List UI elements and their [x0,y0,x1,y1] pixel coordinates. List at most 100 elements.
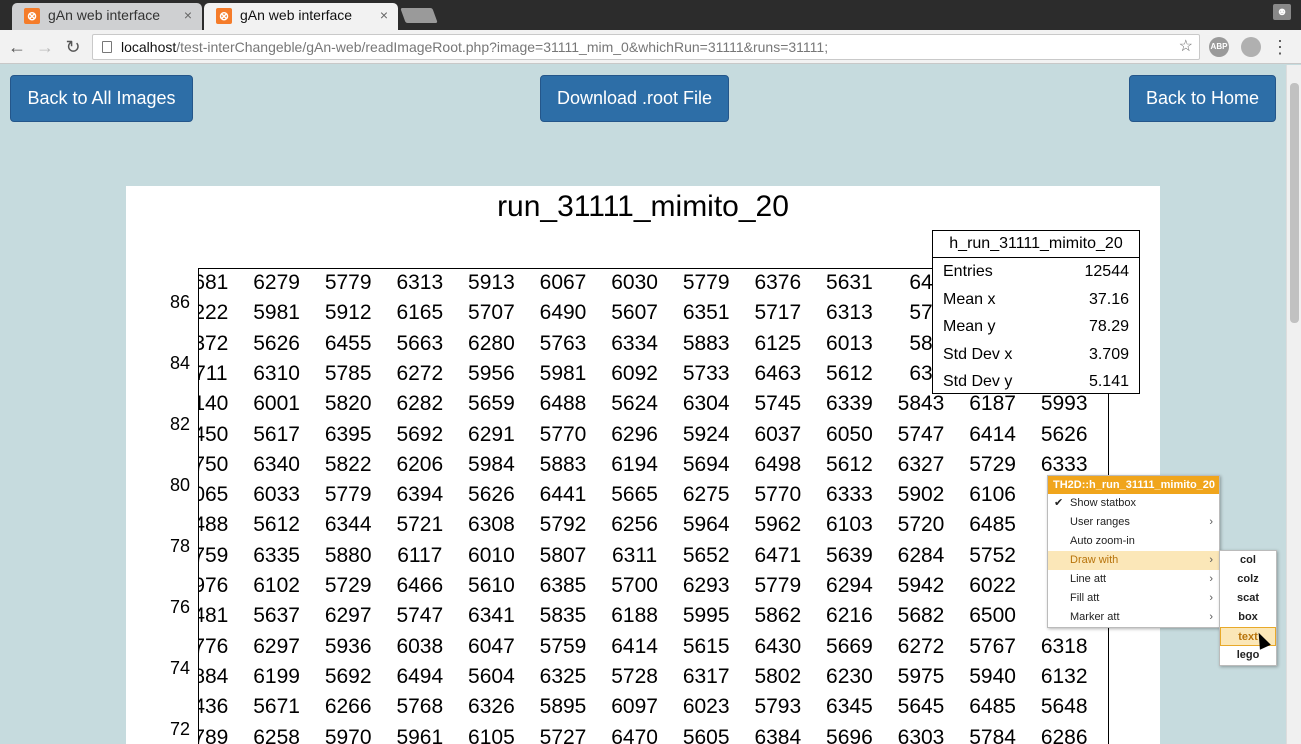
bin-value: 5776 [199,634,229,658]
bin-value: 5802 [754,664,802,688]
bin-value: 6310 [253,361,300,385]
forward-arrow-icon[interactable]: → [34,36,56,58]
bin-value: 6436 [199,695,229,719]
browser-tab-1[interactable]: ⊗ gAn web interface × [12,3,202,30]
bin-value: 5747 [897,422,945,446]
browser-tab-2[interactable]: ⊗ gAn web interface × [204,3,398,30]
browser-menu-icon[interactable]: ⋮ [1271,36,1289,58]
bin-value: 6117 [397,543,443,567]
tab-close-icon[interactable]: × [184,3,192,28]
bin-value: 5682 [897,604,945,628]
context-menu-item[interactable]: ✔ Show statbox [1048,494,1219,513]
bin-value: 5681 [199,271,229,294]
new-tab-button[interactable] [400,8,438,23]
back-arrow-icon[interactable]: ← [6,36,28,58]
draw-option-item[interactable]: lego [1220,646,1276,665]
bin-value: 6297 [324,604,372,628]
bin-value: 5648 [1040,695,1088,719]
context-menu-item[interactable]: Auto zoom-in [1048,532,1219,551]
bin-value: 5659 [468,392,515,416]
bin-value: 6384 [754,725,802,744]
statistics-box[interactable]: h_run_31111_mimito_20 Entries 12544 Mean x… [932,230,1140,394]
bin-value: 5745 [754,392,802,416]
bin-value: 5924 [682,422,730,446]
back-to-home-button[interactable]: Back to Home [1129,75,1276,122]
bin-value: 5720 [897,513,945,537]
bin-value: 6194 [611,452,658,476]
bin-value: 5696 [826,725,873,744]
bin-value: 6385 [539,574,587,597]
bin-value: 5637 [253,604,300,628]
bin-value: 5779 [324,271,372,294]
address-bar[interactable]: localhost/test-interChangeble/gAn-web/re… [92,34,1200,60]
bin-value: 6106 [969,483,1016,507]
bin-value: 6067 [539,271,587,294]
bin-value: 5615 [682,634,730,658]
draw-option-item[interactable]: box [1220,608,1276,627]
bin-value: 6275 [682,483,730,507]
bookmark-star-icon[interactable]: ☆ [1179,35,1193,59]
context-menu-item[interactable]: Draw with › [1048,551,1219,570]
bin-value: 6318 [1040,634,1088,658]
context-menu-item[interactable]: Marker att › [1048,608,1219,627]
reload-icon[interactable]: ↻ [62,36,84,58]
submenu-arrow-icon: › [1209,516,1213,528]
bin-value: 5936 [324,634,372,658]
tab-close-icon[interactable]: × [380,3,388,28]
bin-value: 6498 [754,452,802,476]
scrollbar-thumb[interactable] [1290,83,1299,323]
context-menu-item-label: User ranges [1070,516,1130,528]
bin-value: 6188 [611,604,658,628]
bin-value: 6376 [754,271,802,294]
bin-value: 5768 [396,695,444,719]
extension-cube-icon[interactable] [1241,37,1261,57]
user-profile-icon[interactable]: ☻ [1273,4,1291,20]
stat-value: 5.141 [1088,373,1129,390]
bin-value: 6345 [826,695,873,719]
page-scrollbar[interactable] [1286,65,1301,744]
stat-value: 3.709 [1088,345,1129,363]
draw-option-item[interactable]: scat [1220,589,1276,608]
draw-option-item[interactable]: col [1220,551,1276,570]
bin-value: 5961 [396,725,444,744]
bin-value: 5883 [682,331,730,355]
bin-value: 5652 [682,543,730,567]
bin-value: 6470 [611,725,658,744]
context-menu-item[interactable]: Fill att › [1048,589,1219,608]
bin-value: 6488 [199,513,229,537]
bin-value: 5883 [539,452,587,476]
bin-value: 5707 [468,301,515,325]
bin-value: 5645 [897,695,945,719]
bin-value: 6455 [324,331,372,355]
bin-value: 6293 [682,574,730,597]
bin-value: 6317 [682,664,730,688]
back-to-all-images-button[interactable]: Back to All Images [10,75,193,122]
context-menu-item[interactable]: Line att › [1048,570,1219,589]
bin-value: 6222 [199,301,229,325]
histogram-canvas[interactable]: run_31111_mimito_20 86 84 82 80 78 76 74 72 568… [126,186,1160,744]
download-root-file-button[interactable]: Download .root File [540,75,729,122]
bin-value: 5639 [826,543,873,567]
statbox-row: Mean y 78.29 [933,313,1139,341]
bin-value: 5981 [539,361,587,385]
bin-value: 6013 [826,331,873,355]
bin-value: 6103 [826,513,873,537]
adblock-extension-icon[interactable]: ABP [1209,37,1229,57]
bin-value: 6296 [611,422,658,446]
context-menu-item[interactable]: User ranges › [1048,513,1219,532]
submenu-arrow-icon: › [1209,554,1213,566]
bin-value: 6294 [826,574,873,597]
bin-value: 5962 [754,513,802,537]
bin-value: 5884 [199,664,229,688]
bin-value: 5612 [253,513,300,537]
bin-value: 6500 [969,604,1016,628]
bin-value: 6394 [396,483,444,507]
bin-value: 5981 [253,301,300,325]
statbox-row: Std Dev x 3.709 [933,341,1139,369]
bin-value: 5835 [539,604,587,628]
draw-option-item[interactable]: colz [1220,570,1276,589]
bin-value: 6372 [199,331,229,355]
bin-value: 6199 [253,664,300,688]
bin-value: 5779 [682,271,730,294]
submenu-arrow-icon: › [1209,573,1213,585]
